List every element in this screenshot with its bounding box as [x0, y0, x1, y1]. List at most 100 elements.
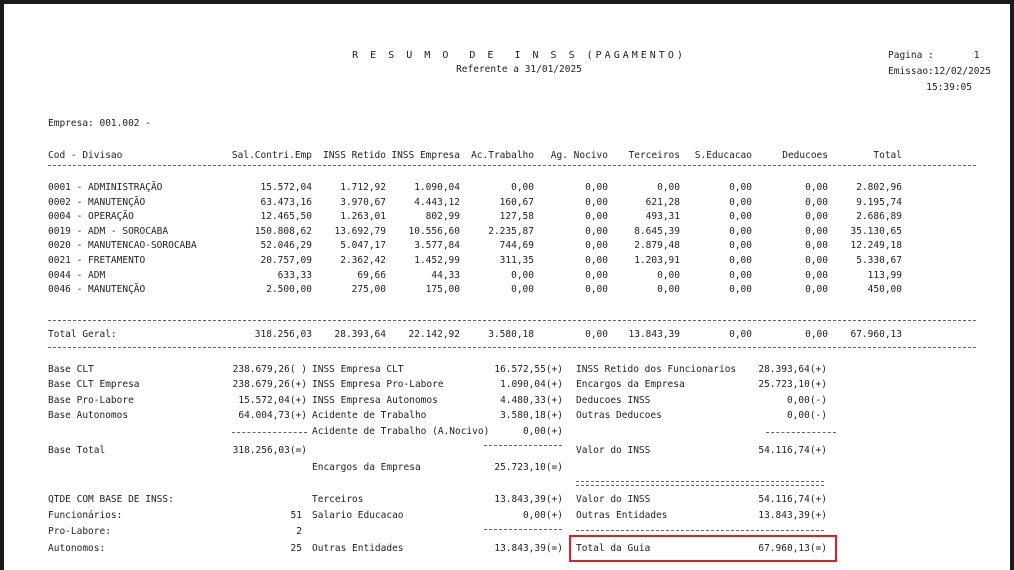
table-cell: 52.046,29: [260, 240, 312, 252]
summary-terceiros-value: 0,00(+): [522, 510, 563, 521]
total-divider-top: [48, 320, 976, 321]
summary-encargos-label: INSS Empresa Pro-Labore: [312, 379, 444, 390]
table-cell: 1.203,91: [634, 255, 680, 266]
double-divider: [576, 481, 824, 486]
total-cell: 28.393,64: [334, 329, 386, 340]
table-cell: 0001 - ADMINISTRAÇÃO: [48, 182, 163, 193]
total-cell: 22.142,92: [408, 329, 460, 340]
report-page: R E S U M O D E I N S S (PAGAMENTO) Refe…: [4, 4, 1010, 570]
table-cell: 493,31: [645, 211, 680, 223]
table-cell: 0,00: [585, 182, 608, 193]
table-cell: 0,00: [729, 255, 752, 266]
total-cell: 318.256,03: [254, 329, 312, 340]
company-label: Empresa: 001.002 -: [48, 118, 151, 129]
table-cell: 0,00: [585, 225, 608, 237]
table-cell: 0,00: [585, 211, 608, 223]
table-cell: 44,33: [431, 269, 460, 281]
table-cell: 0021 - FRETAMENTO: [48, 255, 146, 266]
col-deducoes: Deducoes: [782, 150, 828, 161]
col-terceiros: Terceiros: [628, 150, 680, 161]
table-cell: 63.473,16: [260, 196, 312, 208]
table-cell: 2.686,89: [856, 211, 902, 223]
total-divider-bottom: [48, 347, 976, 348]
table-cell: 5.047,17: [340, 240, 386, 252]
table-cell: 2.879,48: [634, 240, 680, 252]
table-cell: 150.808,62: [254, 225, 312, 237]
table-cell: 1.090,04: [414, 182, 460, 193]
table-cell: 20.757,09: [260, 255, 312, 266]
summary-encargos-value: 3.580,18(+): [500, 410, 563, 421]
qtde-label: Autonomos:: [48, 543, 106, 554]
table-cell: 0,00: [585, 240, 608, 252]
emission-date: Emissao:12/02/2025: [888, 66, 991, 77]
qtde-label: Pro-Labore:: [48, 526, 111, 537]
table-cell: 127,58: [499, 211, 534, 223]
table-cell: 0,00: [729, 240, 752, 252]
summary-inss-value: 28.393,64(+): [758, 364, 827, 375]
summary-terceiros-label: Salario Educacao: [312, 510, 404, 521]
summary-inss-label: INSS Retido dos Funcionarios: [576, 364, 737, 375]
summary-base-label: Base CLT: [48, 364, 94, 375]
summary-inss-value: 0,00(-): [786, 410, 827, 421]
table-cell: 0,00: [657, 284, 680, 296]
table-cell: 0020 - MANUTENCAO-SOROCABA: [48, 240, 197, 252]
qtde-value: 51: [290, 510, 302, 521]
table-cell: 0,00: [511, 284, 534, 296]
table-cell: 13.692,79: [334, 225, 386, 237]
summary-base-value: 238.679,26(+): [232, 379, 307, 390]
summary-inss-label: Outras Deducoes: [576, 410, 662, 421]
table-cell: 802,99: [425, 211, 460, 223]
table-cell: 4.443,12: [414, 196, 460, 208]
table-cell: 2.235,87: [488, 225, 534, 237]
col-s-educacao: S.Educacao: [694, 150, 752, 161]
col-inss-empresa: INSS Empresa: [391, 150, 460, 161]
summary-base-value: 238.679,26( ): [232, 364, 307, 375]
report-reference: Referente a 31/01/2025: [456, 64, 582, 75]
table-cell: 3.577,84: [414, 240, 460, 252]
table-cell: 1.712,92: [340, 182, 386, 193]
summary-encargos-value: 4.480,33(+): [500, 395, 563, 406]
summary-inss-value: 54.116,74(+): [758, 445, 827, 456]
summary-base-label: Base Autonomos: [48, 410, 129, 421]
summary-inss-label: Valor do INSS: [576, 445, 651, 456]
summary-inss-value: 25.723,10(+): [758, 379, 827, 390]
table-cell: 10.556,60: [408, 225, 460, 237]
col-ac-trabalho: Ac.Trabalho: [471, 150, 534, 161]
table-cell: 3.970,67: [340, 196, 386, 208]
table-cell: 633,33: [277, 269, 312, 281]
summary-encargos-value: 1.090,04(+): [500, 379, 563, 390]
base-divider: [232, 432, 307, 433]
table-cell: 0044 - ADM: [48, 269, 106, 281]
table-cell: 0,00: [805, 225, 828, 237]
table-cell: 0,00: [585, 255, 608, 266]
table-cell: 0,00: [511, 269, 534, 281]
encargos-divider: [484, 445, 562, 446]
table-cell: 0,00: [585, 284, 608, 296]
table-cell: 2.362,42: [340, 255, 386, 266]
table-cell: 0,00: [729, 182, 752, 193]
col-inss-retido: INSS Retido: [323, 150, 386, 161]
total-cell: 0,00: [729, 329, 752, 340]
table-cell: 621,28: [645, 196, 680, 208]
total-cell: 0,00: [805, 329, 828, 340]
total-cell: 3.580,18: [488, 329, 534, 340]
summary-encargos-label: Encargos da Empresa: [312, 462, 421, 473]
summary-terceiros-value: 13.843,39(=): [494, 543, 563, 554]
table-cell: 0,00: [805, 284, 828, 296]
summary-inss-label: Encargos da Empresa: [576, 379, 685, 390]
page-number: Pagina : 1: [888, 50, 980, 61]
summary-encargos-label: INSS Empresa CLT: [312, 364, 404, 375]
deducoes-divider: [766, 432, 836, 433]
summary-base-label: Base Total: [48, 445, 106, 456]
report-title: R E S U M O D E I N S S (PAGAMENTO): [352, 50, 686, 61]
table-cell: 160,67: [499, 196, 534, 208]
table-cell: 0,00: [805, 269, 828, 281]
col-ag-nocivo: Ag. Nocivo: [550, 150, 608, 161]
summary-terceiros-value: 13.843,39(+): [494, 494, 563, 505]
summary-encargos-value: 0,00(+): [522, 426, 563, 437]
table-cell: 113,99: [867, 269, 902, 281]
table-cell: 2.802,96: [856, 182, 902, 193]
total-label: Total Geral:: [48, 329, 117, 340]
table-cell: 2.500,00: [266, 284, 312, 296]
col-total: Total: [873, 150, 902, 161]
